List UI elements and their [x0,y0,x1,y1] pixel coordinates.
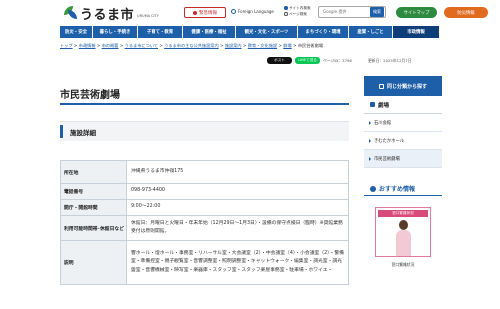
folder-icon [370,102,375,107]
updated-date: 更新日：2025年12月7日 [368,58,412,63]
table-row: 所在地 沖縄県うるま市仲嶺175 [60,160,349,184]
nav-item-safety[interactable]: 防災・安全 [60,26,93,38]
site-logo[interactable]: うるま市 URUMA CITY [62,4,159,23]
person-illustration-icon [396,220,411,256]
facility-details-table: 所在地 沖縄県うるま市仲嶺175 電話番号 098-973-4400 開庁・開館… [60,160,349,285]
table-row: 利用可能時間帯･休館日など 休館日：月曜日と火曜日・年末年始（12月29日～1月… [60,215,349,241]
sidebar-item-kimutaka[interactable]: きむたかホール [364,132,442,150]
site-header: うるま市 URUMA CITY 緊急情報 Foreign Language サイ… [0,0,500,24]
page-id: ページID：3796 [323,58,352,63]
language-link[interactable]: Foreign Language [231,9,274,14]
breadcrumb-link[interactable]: うるま市について [125,43,158,48]
search-button[interactable]: 検索 [370,7,384,17]
nav-item-health[interactable]: 健康・医療・福祉 [183,26,236,38]
breadcrumb-link[interactable]: 教育・文化施設 [248,43,277,48]
share-x-button[interactable]: ポスト [267,57,292,64]
row-label: 開庁・開館時間 [60,199,127,216]
sidebar: 同じ分類から探す 劇場 石川会館 きむたかホール 市民芸術劇場 [364,76,442,168]
logo-mark-icon [62,6,78,21]
sidebar-heading: 同じ分類から探す [364,76,442,96]
emergency-button[interactable]: 緊急情報 [184,7,226,18]
page-title: 市民芸術劇場 [60,90,120,101]
nav-item-tourism[interactable]: 観光・文化・スポーツ [236,26,298,38]
row-value: 休館日：月曜日と火曜日・年末年始（12月29日～1月3日）・設備の保守点検日（臨… [126,215,349,241]
banner-label: 窓口繁雑状況 [378,210,428,217]
row-label: 利用可能時間帯･休館日など [60,215,127,241]
logo-subtext: URUMA CITY [137,14,159,18]
sidebar-item-civic-theater[interactable]: 市民芸術劇場 [364,150,442,168]
row-value: 098-973-4400 [126,183,349,200]
breadcrumb: トップ > 市政情報 > 市の概要 > うるま市について > うるま市の主な公共… [60,43,323,48]
row-value: 9:00～22:00 [126,199,349,216]
share-line-button[interactable]: LINEで送る [295,57,320,64]
recommend-underline [364,195,442,196]
sidebar-item-ishikawa[interactable]: 石川会館 [364,114,442,132]
breadcrumb-link[interactable]: うるま市の主な公共施設案内 [164,43,218,48]
global-nav: 防災・安全 暮らし・手続き 子育て・教育 健康・医療・福祉 観光・文化・スポーツ… [60,26,440,38]
logo-text: うるま市 [80,8,135,23]
sitemap-button[interactable]: サイトマップ [396,7,437,18]
nav-item-city-info[interactable]: 市政情報 [393,26,440,38]
radio-icon [284,6,288,10]
row-value: 響ホール・燈ホール・事務室・リハーサル室・大会議室（2）・中会議室（4）・小会議… [126,240,349,285]
nav-item-childcare[interactable]: 子育て・教育 [138,26,183,38]
recommend-caption[interactable]: 窓口繁雑状況 [375,262,431,268]
nav-item-living[interactable]: 暮らし・手続き [93,26,138,38]
language-label: Foreign Language [238,9,274,14]
title-underline [60,103,349,105]
row-label: 電話番号 [60,183,127,200]
nav-item-industry[interactable]: 産業・しごと [349,26,393,38]
breadcrumb-link[interactable]: 市の概要 [102,43,119,48]
breadcrumb-link[interactable]: 劇場 [283,43,291,48]
table-row: 電話番号 098-973-4400 [60,183,349,200]
category-icon [378,83,384,89]
recommend-banner[interactable]: 窓口繁雑状況 [375,207,431,257]
table-row: 開庁・開館時間 9:00～22:00 [60,199,349,216]
disaster-info-button[interactable]: 防災情報 [444,7,488,18]
row-label: 所在地 [60,160,127,184]
breadcrumb-link[interactable]: 市政情報 [79,43,96,48]
radio-icon [284,12,288,16]
sidebar-category[interactable]: 劇場 [364,96,442,114]
search-input[interactable]: Google 提供 [319,9,370,15]
search-scope-options: サイト内検索 ページ検索 [284,5,311,17]
recommend-heading: おすすめ情報 [370,184,415,193]
emergency-label: 緊急情報 [199,10,217,16]
search-box: Google 提供 検索 [318,6,386,18]
section-heading-text: 施設詳細 [70,129,96,137]
table-row: 説明 響ホール・燈ホール・事務室・リハーサル室・大会議室（2）・中会議室（4）・… [60,240,349,285]
globe-icon [231,9,236,14]
breadcrumb-link[interactable]: 施設案内 [225,43,242,48]
row-label: 説明 [60,240,127,285]
section-accent-bar [60,125,63,138]
row-value: 沖縄県うるま市仲嶺175 [126,160,349,184]
breadcrumb-current: 市民芸術劇場 [297,43,323,48]
alert-icon [193,10,197,15]
section-heading: 施設詳細 [60,121,349,141]
nav-item-town[interactable]: まちづくり・環境 [298,26,349,38]
search-scope-page[interactable]: ページ検索 [284,11,311,17]
breadcrumb-link[interactable]: トップ [60,43,73,48]
star-icon [370,185,376,192]
